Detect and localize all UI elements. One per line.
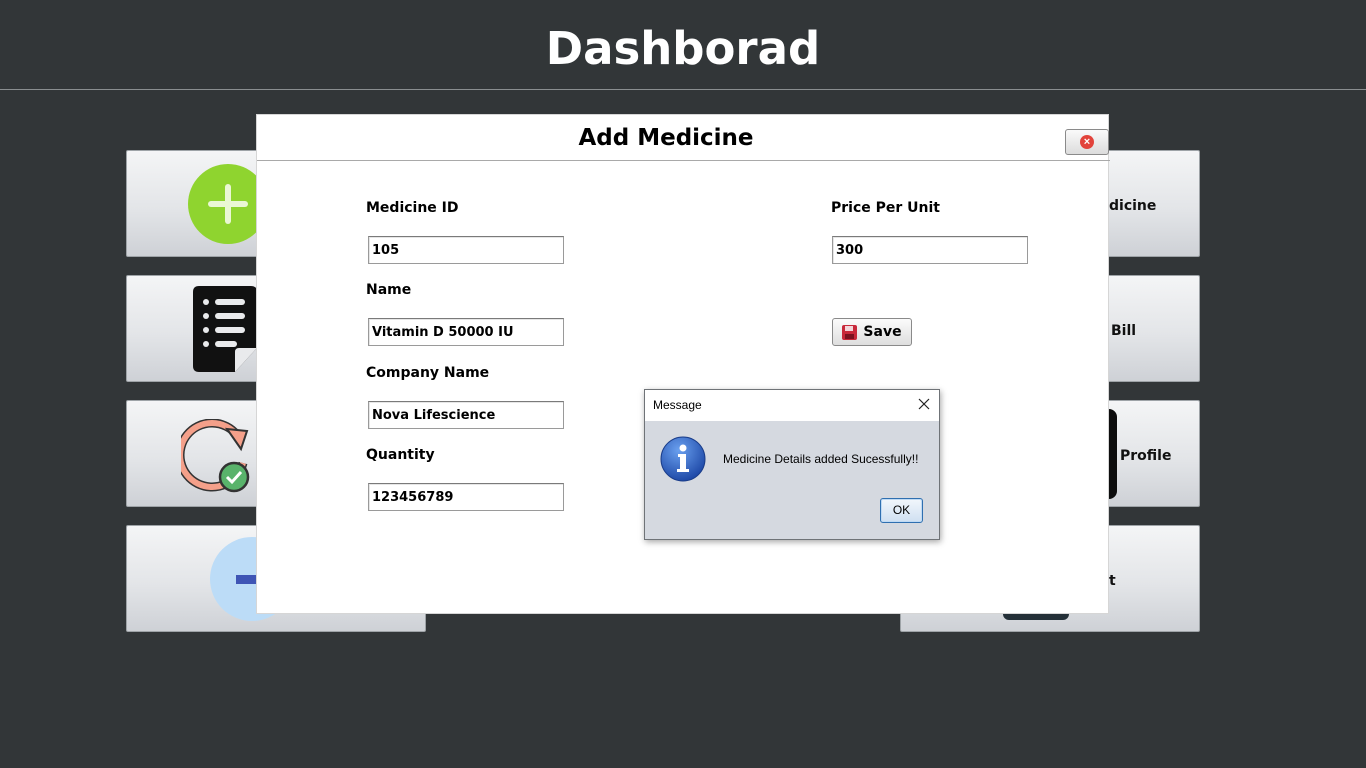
- save-button[interactable]: Save: [832, 318, 912, 346]
- medicine-id-label: Medicine ID: [366, 200, 459, 216]
- header-divider: [0, 89, 1366, 90]
- close-circle-icon: ×: [1080, 135, 1094, 149]
- quantity-field[interactable]: [368, 483, 564, 511]
- message-title: Message: [653, 398, 702, 412]
- tile-label-logout: t: [1109, 573, 1116, 589]
- quantity-label: Quantity: [366, 447, 435, 463]
- company-name-field[interactable]: [368, 401, 564, 429]
- message-dialog: Message Medicine Details added Sucessful…: [644, 389, 940, 540]
- tile-label-medicine: dicine: [1109, 198, 1157, 214]
- dialog-title: Add Medicine: [578, 125, 754, 151]
- floppy-disk-icon: [842, 324, 858, 340]
- medicine-id-field[interactable]: [368, 236, 564, 264]
- price-per-unit-field[interactable]: [832, 236, 1028, 264]
- name-field[interactable]: [368, 318, 564, 346]
- refresh-check-icon: [181, 419, 250, 493]
- message-titlebar: Message: [645, 390, 939, 421]
- dialog-divider: [257, 160, 1110, 161]
- price-per-unit-label: Price Per Unit: [831, 200, 940, 216]
- list-document-icon: [193, 286, 257, 372]
- close-x-icon[interactable]: [915, 395, 933, 413]
- tile-label-bill: Bill: [1111, 323, 1137, 339]
- ok-button[interactable]: OK: [880, 498, 923, 523]
- dashboard-title: Dashborad: [545, 22, 821, 75]
- tile-label-profile: Profile: [1120, 448, 1172, 464]
- close-button[interactable]: ×: [1065, 129, 1109, 155]
- company-name-label: Company Name: [366, 365, 490, 381]
- message-text: Medicine Details added Sucessfully!!: [723, 452, 919, 466]
- save-label: Save: [863, 324, 902, 340]
- info-icon: [660, 436, 706, 482]
- name-label: Name: [366, 282, 412, 298]
